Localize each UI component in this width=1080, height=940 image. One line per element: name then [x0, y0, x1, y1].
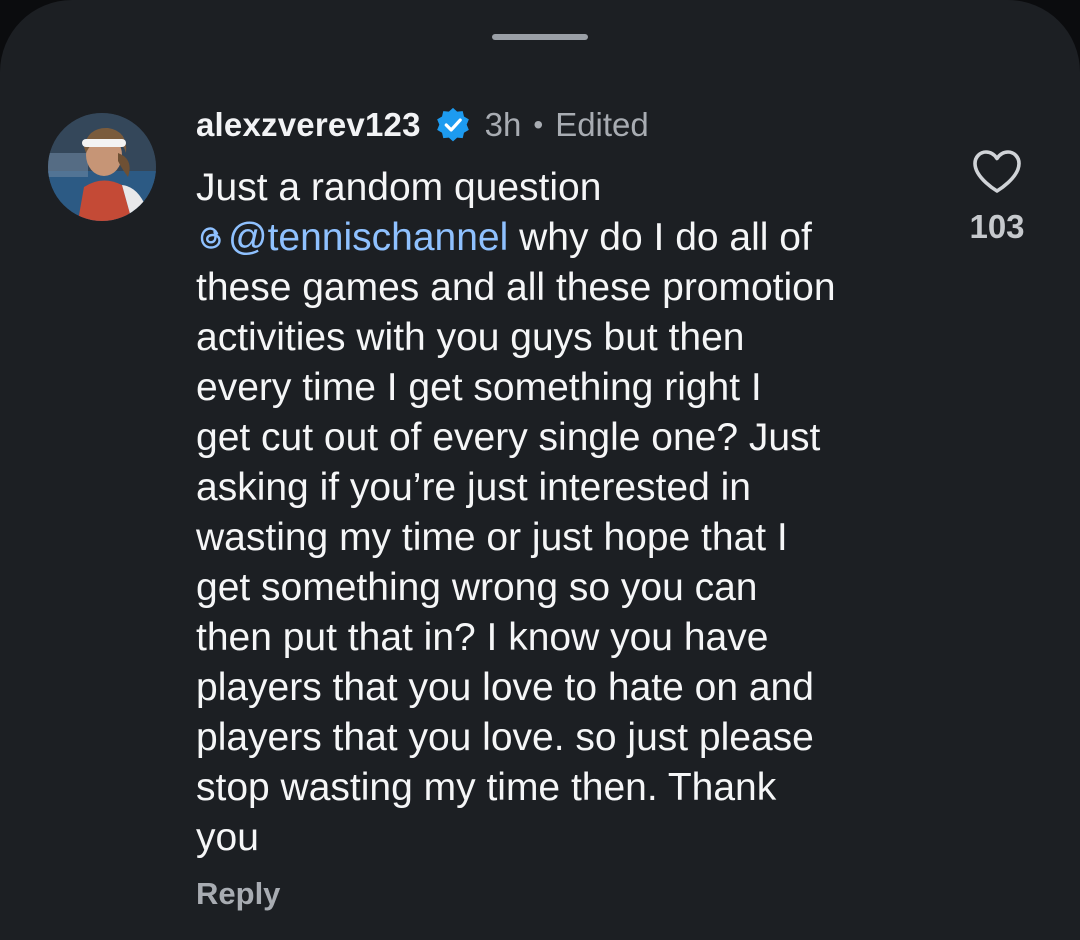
comment-time: 3h — [484, 106, 522, 143]
threads-icon — [200, 227, 221, 249]
heart-outline-icon[interactable] — [971, 148, 1023, 196]
reply-button[interactable]: Reply — [196, 876, 280, 912]
comment-line: get cut out of every single one? Just — [196, 416, 821, 459]
comment: alexzverev123 3h • Edited Just a random … — [196, 100, 936, 863]
verified-badge-icon — [436, 107, 469, 142]
like-control: 103 — [958, 148, 1036, 246]
comment-text: Just a random question @tennischannel wh… — [196, 163, 936, 863]
comment-line: these games and all these promotion — [196, 266, 836, 309]
mention-text[interactable]: @tennischannel — [228, 216, 508, 259]
avatar[interactable] — [48, 113, 156, 221]
mention-link[interactable]: @tennischannel — [196, 216, 508, 259]
comments-sheet: alexzverev123 3h • Edited Just a random … — [0, 0, 1080, 940]
like-count: 103 — [969, 208, 1025, 245]
username[interactable]: alexzverev123 — [196, 106, 421, 144]
comment-line: stop wasting my time then. Thank — [196, 766, 777, 809]
comment-line: activities with you guys but then — [196, 316, 745, 359]
sheet-drag-handle[interactable] — [492, 34, 588, 40]
comment-line: get something wrong so you can — [196, 566, 758, 609]
comment-line: every time I get something right I — [196, 366, 762, 409]
comment-line: why do I do all of — [508, 216, 812, 259]
edited-label: Edited — [555, 106, 649, 143]
comment-line: wasting my time or just hope that I — [196, 516, 788, 559]
comment-header: alexzverev123 3h • Edited — [196, 100, 936, 150]
comment-line: asking if you’re just interested in — [196, 466, 751, 509]
comment-line: you — [196, 816, 259, 859]
comment-line: then put that in? I know you have — [196, 616, 769, 659]
comment-line: Just a random question — [196, 166, 602, 209]
comment-line: players that you love to hate on and — [196, 666, 814, 709]
comment-line: players that you love. so just please — [196, 716, 814, 759]
avatar-image — [48, 113, 156, 221]
meta-separator: • — [533, 109, 544, 140]
